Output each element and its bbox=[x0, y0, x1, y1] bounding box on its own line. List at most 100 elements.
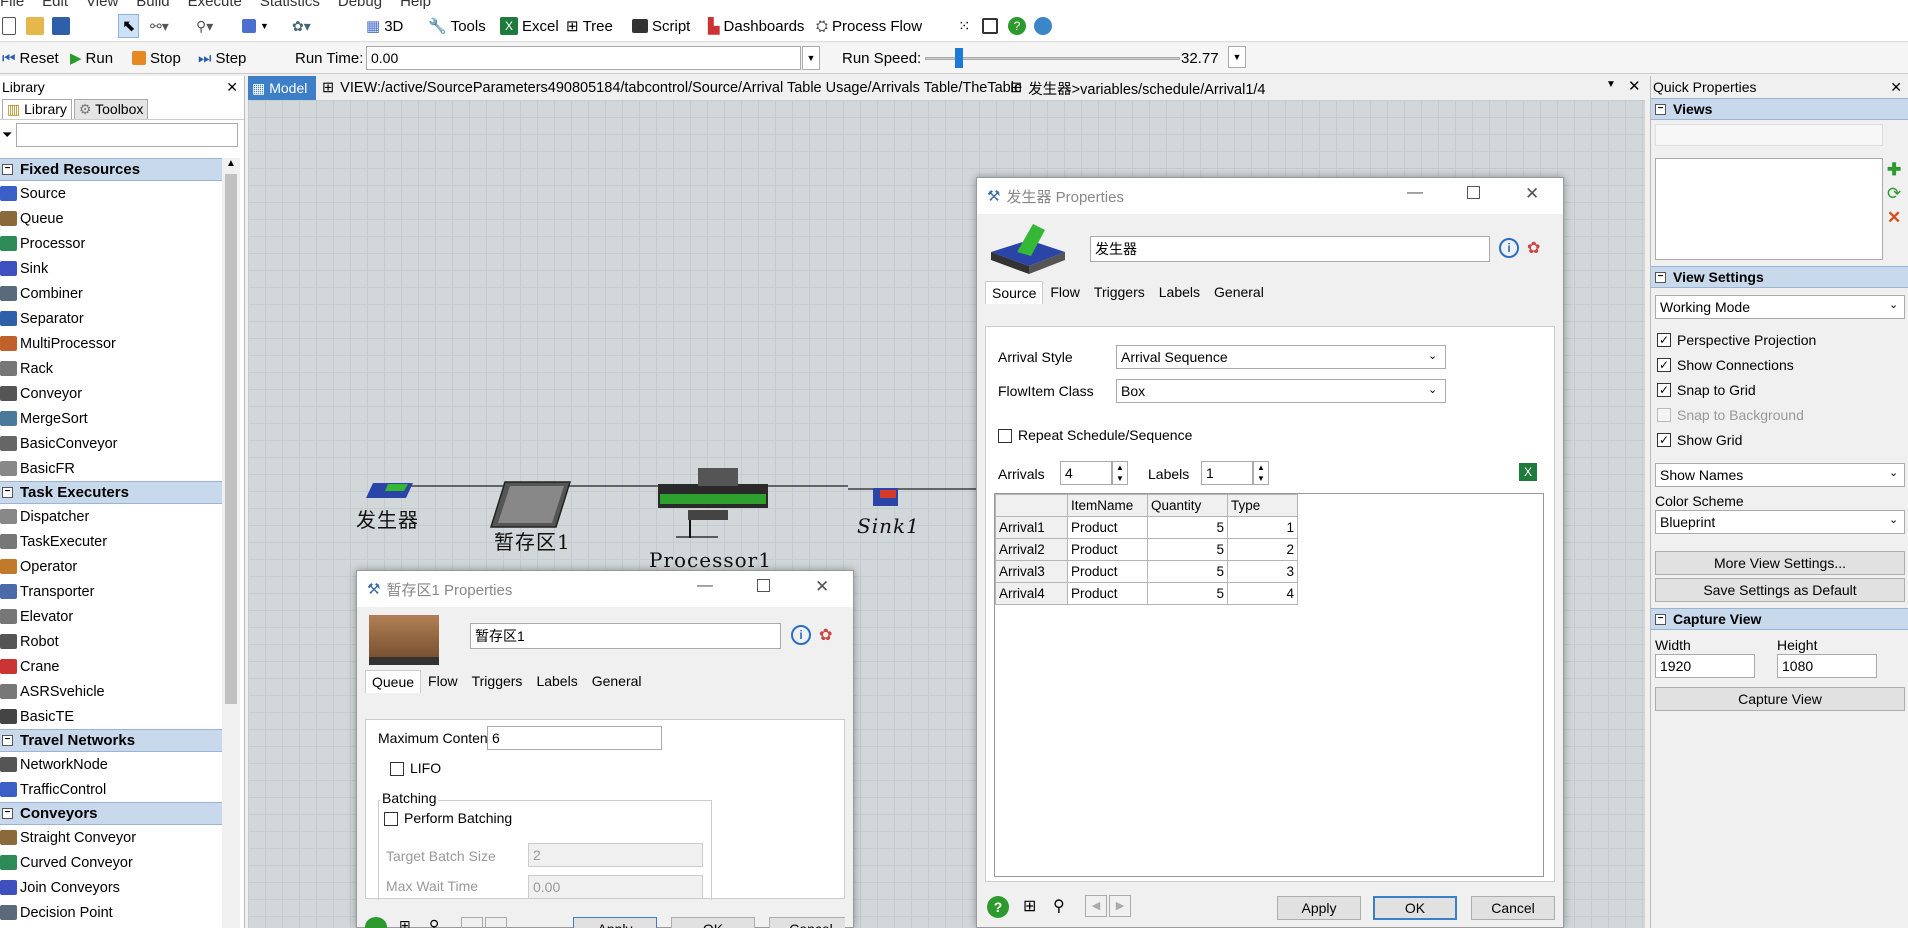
info-icon[interactable]: i bbox=[1499, 238, 1519, 258]
menu-build[interactable]: Build bbox=[136, 0, 169, 10]
table-cell[interactable]: 4 bbox=[1227, 582, 1298, 605]
color-scheme-select[interactable]: Blueprint bbox=[1655, 510, 1905, 534]
library-icon[interactable]: ✿ bbox=[1527, 238, 1540, 258]
close-icon[interactable]: ✕ bbox=[1525, 184, 1539, 204]
library-item[interactable]: Robot bbox=[0, 629, 222, 654]
library-category[interactable]: − Fixed Resources bbox=[0, 158, 222, 181]
find-icon[interactable]: ⚲ bbox=[429, 917, 439, 928]
width-field[interactable]: 1920 bbox=[1655, 654, 1755, 678]
menu-view[interactable]: View bbox=[86, 0, 118, 10]
table-cell[interactable]: Product bbox=[1067, 560, 1148, 583]
library-item[interactable]: Straight Conveyor bbox=[0, 825, 222, 850]
tab-triggers[interactable]: Triggers bbox=[465, 669, 530, 693]
library-item[interactable]: Join Conveyors bbox=[0, 875, 222, 900]
close-icon[interactable]: ✕ bbox=[1890, 79, 1902, 96]
dashboards-button[interactable]: ▙ Dashboards bbox=[708, 14, 804, 38]
cancel-button[interactable]: Cancel bbox=[769, 917, 845, 928]
max-content-field[interactable]: 6 bbox=[487, 726, 662, 750]
capture-view-section[interactable]: − Capture View bbox=[1651, 608, 1908, 630]
color-icon[interactable]: ▼ bbox=[242, 14, 269, 38]
library-item[interactable]: Transporter bbox=[0, 579, 222, 604]
close-icon[interactable]: ✕ bbox=[1628, 77, 1641, 95]
open-icon[interactable] bbox=[26, 14, 48, 38]
tab-model[interactable]: ▦ Model bbox=[248, 76, 316, 100]
views-list[interactable] bbox=[1655, 158, 1883, 260]
stop-button[interactable]: Stop bbox=[132, 46, 181, 70]
select-mode-icon[interactable]: ⬉ bbox=[118, 14, 140, 38]
library-item[interactable]: Rack bbox=[0, 356, 222, 381]
labels-field[interactable]: 1 bbox=[1201, 461, 1253, 485]
web-icon[interactable] bbox=[1034, 14, 1056, 38]
collapse-icon[interactable]: − bbox=[2, 735, 13, 746]
save-icon[interactable] bbox=[52, 14, 74, 38]
tab-toolbox[interactable]: ⚙ Toolbox bbox=[73, 99, 149, 119]
tab-library[interactable]: ▥ Library bbox=[2, 99, 72, 119]
show-names-select[interactable]: Show Names bbox=[1655, 463, 1905, 487]
table-cell[interactable]: Product bbox=[1067, 538, 1148, 561]
max-wait-field[interactable]: 0.00 bbox=[528, 875, 703, 899]
library-category[interactable]: − Conveyors bbox=[0, 802, 222, 825]
run-button[interactable]: ▶ Run bbox=[70, 46, 113, 70]
height-field[interactable]: 1080 bbox=[1777, 654, 1877, 678]
create-mode-icon[interactable]: ⚲▾ bbox=[196, 14, 213, 38]
tab-general[interactable]: General bbox=[1207, 280, 1271, 304]
collapse-icon[interactable]: − bbox=[2, 808, 13, 819]
new-icon[interactable] bbox=[2, 14, 20, 38]
library-item[interactable]: Decision Point bbox=[0, 900, 222, 925]
excel-icon[interactable]: X bbox=[1519, 463, 1537, 481]
views-section[interactable]: − Views bbox=[1651, 98, 1908, 120]
library-item[interactable]: Elevator bbox=[0, 604, 222, 629]
column-header[interactable]: Quantity bbox=[1147, 494, 1228, 517]
menu-help[interactable]: Help bbox=[400, 0, 431, 10]
show-connections-checkbox[interactable]: ✓ Show Connections bbox=[1657, 357, 1794, 373]
reset-button[interactable]: ⏮ Reset bbox=[2, 46, 59, 70]
ok-button[interactable]: OK bbox=[671, 917, 755, 928]
row-header[interactable]: Arrival1 bbox=[995, 516, 1068, 539]
scroll-up-icon[interactable]: ▲ bbox=[222, 158, 240, 174]
prev-icon[interactable]: ◀ bbox=[1085, 895, 1107, 917]
save-settings-default-button[interactable]: Save Settings as Default bbox=[1655, 578, 1905, 602]
refresh-icon[interactable]: ⟳ bbox=[1887, 184, 1901, 204]
library-item[interactable]: NetworkNode bbox=[0, 752, 222, 777]
library-item[interactable]: MultiProcessor bbox=[0, 331, 222, 356]
table-cell[interactable]: 3 bbox=[1227, 560, 1298, 583]
tab-labels[interactable]: Labels bbox=[1152, 280, 1207, 304]
table-cell[interactable]: 5 bbox=[1147, 516, 1228, 539]
run-time-field[interactable]: 0.00 bbox=[366, 46, 801, 70]
show-grid-checkbox[interactable]: ✓ Show Grid bbox=[1657, 432, 1742, 448]
object-name-field[interactable]: 暂存区1 bbox=[470, 623, 781, 649]
tab-table-view[interactable]: ⊞ VIEW:/active/SourceParameters490805184/… bbox=[322, 76, 1022, 100]
tree-icon[interactable]: ⊞ bbox=[1023, 896, 1036, 916]
table-cell[interactable]: 5 bbox=[1147, 538, 1228, 561]
library-item[interactable]: Source bbox=[0, 181, 222, 206]
library-item[interactable]: BasicTE bbox=[0, 704, 222, 729]
collapse-icon[interactable]: − bbox=[2, 164, 13, 175]
maximize-icon[interactable] bbox=[757, 579, 770, 592]
column-header[interactable]: Type bbox=[1227, 494, 1298, 517]
column-header[interactable]: ItemName bbox=[1067, 494, 1148, 517]
menu-edit[interactable]: Edit bbox=[42, 0, 68, 10]
library-scrollbar[interactable]: ▲ bbox=[222, 158, 240, 928]
run-speed-slider[interactable] bbox=[955, 48, 963, 68]
script-button[interactable]: Script bbox=[632, 14, 690, 38]
perspective-projection-checkbox[interactable]: ✓ Perspective Projection bbox=[1657, 332, 1816, 348]
lifo-checkbox[interactable]: LIFO bbox=[390, 760, 441, 777]
tree-button[interactable]: ⊞ Tree bbox=[566, 14, 613, 38]
view-name-field[interactable] bbox=[1655, 124, 1883, 146]
tab-source[interactable]: Source bbox=[985, 281, 1044, 304]
minimize-icon[interactable]: — bbox=[697, 577, 713, 595]
library-item[interactable]: BasicConveyor bbox=[0, 431, 222, 456]
ok-button[interactable]: OK bbox=[1373, 896, 1457, 920]
library-item[interactable]: TaskExecuter bbox=[0, 529, 222, 554]
library-item[interactable]: Separator bbox=[0, 306, 222, 331]
target-batch-field[interactable]: 2 bbox=[528, 843, 703, 867]
add-icon[interactable]: ✚ bbox=[1887, 160, 1901, 180]
delete-icon[interactable]: ✕ bbox=[1887, 208, 1901, 228]
next-icon[interactable]: ▶ bbox=[1109, 895, 1131, 917]
tab-flow[interactable]: Flow bbox=[1043, 280, 1087, 304]
library-icon[interactable]: ✿ bbox=[819, 625, 832, 645]
object-name-field[interactable]: 发生器 bbox=[1090, 236, 1490, 262]
arrival-style-select[interactable]: Arrival Sequence bbox=[1116, 345, 1446, 369]
row-header[interactable]: Arrival2 bbox=[995, 538, 1068, 561]
excel-button[interactable]: X Excel bbox=[500, 14, 559, 38]
